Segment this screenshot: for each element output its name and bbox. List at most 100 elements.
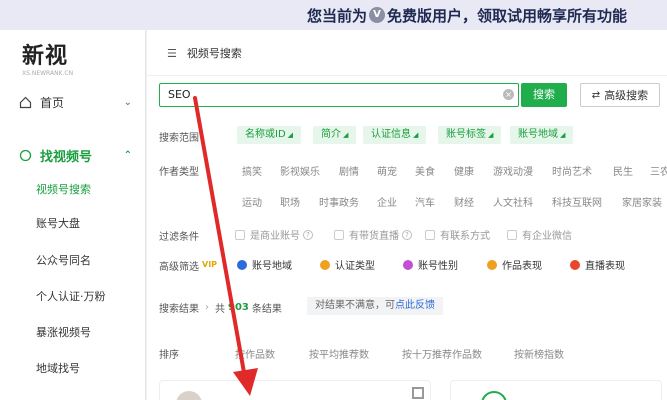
filter-live-selling[interactable]: 有带货直播? xyxy=(334,227,412,242)
results-prefix: 共 xyxy=(215,304,225,315)
search-circle-icon xyxy=(18,148,32,162)
sort-by-100k-works[interactable]: 按十万推荐作品数 xyxy=(402,346,482,361)
logo-text: 新视 xyxy=(22,44,69,69)
filter-enterprise-wechat[interactable]: 有企业微信 xyxy=(507,227,572,242)
sidebar-group-find-channels[interactable]: 找视频号 ⌃ xyxy=(0,141,146,169)
checkbox[interactable] xyxy=(425,229,435,240)
advanced-search-button[interactable]: ⇄ 高级搜索 xyxy=(580,83,660,107)
vip-badge: VIP xyxy=(202,260,218,269)
triangle-icon: ◢ xyxy=(488,131,494,139)
sort-by-newrank-index[interactable]: 按新榜指数 xyxy=(514,346,564,361)
banner-prefix: 您当前为 xyxy=(306,6,367,25)
category-option[interactable]: 三农 xyxy=(650,163,667,178)
triangle-icon: ◢ xyxy=(287,131,294,139)
advanced-item-label: 作品表现 xyxy=(502,261,542,272)
filter-text: 是商业账号 xyxy=(250,231,300,242)
filter-contact[interactable]: 有联系方式 xyxy=(425,227,490,242)
category-option[interactable]: 运动 xyxy=(242,194,262,209)
category-option[interactable]: 民生 xyxy=(613,163,633,178)
advanced-item-label: 账号地域 xyxy=(252,261,292,272)
chip-label: 简介 xyxy=(321,129,341,140)
results-suffix: 条结果 xyxy=(251,304,282,315)
breadcrumb: ☰ 视频号搜索 xyxy=(167,45,242,61)
category-option[interactable]: 时事政务 xyxy=(319,194,359,209)
feedback-text: 对结果不满意，可 xyxy=(315,300,395,311)
result-card[interactable] xyxy=(159,380,431,400)
category-option[interactable]: 企业 xyxy=(377,194,397,209)
chart-icon xyxy=(487,259,497,270)
advanced-region[interactable]: 账号地域 xyxy=(237,257,292,272)
gender-icon xyxy=(403,259,413,270)
sidebar-item-same-name-official[interactable]: 公众号同名 xyxy=(36,249,141,273)
clear-icon[interactable]: × xyxy=(503,89,514,100)
category-option[interactable]: 人文社科 xyxy=(493,194,533,209)
category-option[interactable]: 游戏动漫 xyxy=(493,163,533,178)
menu-icon[interactable]: ☰ xyxy=(167,47,177,60)
sidebar-item-surging-channels[interactable]: 暴涨视频号 xyxy=(36,321,141,345)
logo[interactable]: 新视 XS.NEWRANK.CN xyxy=(22,38,73,77)
scope-chip-bio[interactable]: 简介 ◢ xyxy=(313,126,357,144)
advanced-item-label: 账号性别 xyxy=(418,261,458,272)
avatar xyxy=(176,391,202,400)
advanced-work-performance[interactable]: 作品表现 xyxy=(487,257,542,272)
category-option[interactable]: 剧情 xyxy=(339,163,359,178)
category-option[interactable]: 健康 xyxy=(454,163,474,178)
chip-label: 账号地域 xyxy=(518,129,558,140)
category-option[interactable]: 家居家装 xyxy=(622,194,662,209)
banner-text: 免费版用户，领取试用畅享所有功能 xyxy=(386,6,627,25)
sidebar-item-home[interactable]: 首页 ⌄ xyxy=(0,88,146,116)
filter-text: 有带货直播 xyxy=(349,231,399,242)
advanced-item-label: 直播表现 xyxy=(585,261,625,272)
help-icon: ? xyxy=(303,229,313,240)
category-option[interactable]: 财经 xyxy=(454,194,474,209)
scope-chip-verification[interactable]: 认证信息 ◢ xyxy=(363,126,427,144)
results-label: 搜索结果 xyxy=(159,304,199,315)
checkbox[interactable] xyxy=(334,229,344,240)
sidebar-item-label: 首页 xyxy=(40,95,65,110)
sidebar-item-account-overview[interactable]: 账号大盘 xyxy=(36,212,141,236)
scope-label: 搜索范围 xyxy=(159,133,199,144)
sort-label: 排序 xyxy=(159,350,179,361)
sort-by-works[interactable]: 按作品数 xyxy=(235,346,275,361)
results-summary: 搜索结果 › 共 903 条结果 xyxy=(159,300,282,315)
location-icon xyxy=(237,259,247,270)
category-option[interactable]: 时尚艺术 xyxy=(552,163,592,178)
feedback-link[interactable]: 点此反馈 xyxy=(395,300,435,311)
checkbox[interactable] xyxy=(235,229,245,240)
sidebar-item-region-search[interactable]: 地域找号 xyxy=(36,357,141,381)
advanced-search-label: 高级搜索 xyxy=(604,89,649,102)
chip-label: 认证信息 xyxy=(371,129,411,140)
sidebar-item-personal-verified[interactable]: 个人认证·万粉 xyxy=(36,285,141,309)
vip-icon: V xyxy=(368,7,385,23)
search-button[interactable]: 搜索 xyxy=(521,83,567,107)
sidebar-item-channel-search[interactable]: 视频号搜索 xyxy=(36,178,141,202)
category-option[interactable]: 职场 xyxy=(280,194,300,209)
sort-by-avg-recommend[interactable]: 按平均推荐数 xyxy=(309,346,369,361)
logo-subtext: XS.NEWRANK.CN xyxy=(22,70,74,77)
category-option[interactable]: 搞笑 xyxy=(242,163,262,178)
search-input[interactable]: SEO xyxy=(159,83,519,107)
advanced-live-performance[interactable]: 直播表现 xyxy=(570,257,625,272)
feedback-box: 对结果不满意，可点此反馈 xyxy=(307,297,443,315)
qr-code-icon[interactable] xyxy=(412,387,424,399)
upgrade-banner[interactable]: 您当前为 V 免费版用户，领取试用畅享所有功能 xyxy=(0,0,667,30)
home-icon xyxy=(18,95,32,109)
sidebar-group-label: 找视频号 xyxy=(40,149,93,165)
result-card[interactable] xyxy=(450,380,662,400)
filter-commercial[interactable]: 是商业账号? xyxy=(235,227,313,242)
scope-chip-region[interactable]: 账号地域 ◢ xyxy=(510,126,574,144)
advanced-verification-type[interactable]: 认证类型 xyxy=(320,257,375,272)
advanced-gender[interactable]: 账号性别 xyxy=(403,257,458,272)
chevron-up-icon: ⌃ xyxy=(123,149,132,161)
scope-chip-tags[interactable]: 账号标签 ◢ xyxy=(438,126,502,144)
category-option[interactable]: 科技互联网 xyxy=(552,194,602,209)
scope-chip-name-id[interactable]: 名称或ID ◢ xyxy=(237,126,302,144)
checkbox[interactable] xyxy=(507,229,517,240)
category-option[interactable]: 萌宠 xyxy=(377,163,397,178)
divider xyxy=(147,75,667,76)
filter-icon: ⇄ xyxy=(591,89,601,101)
category-option[interactable]: 汽车 xyxy=(415,194,435,209)
category-option[interactable]: 影视娱乐 xyxy=(280,163,320,178)
category-option[interactable]: 美食 xyxy=(415,163,435,178)
chevron-down-icon: ⌄ xyxy=(123,96,132,108)
